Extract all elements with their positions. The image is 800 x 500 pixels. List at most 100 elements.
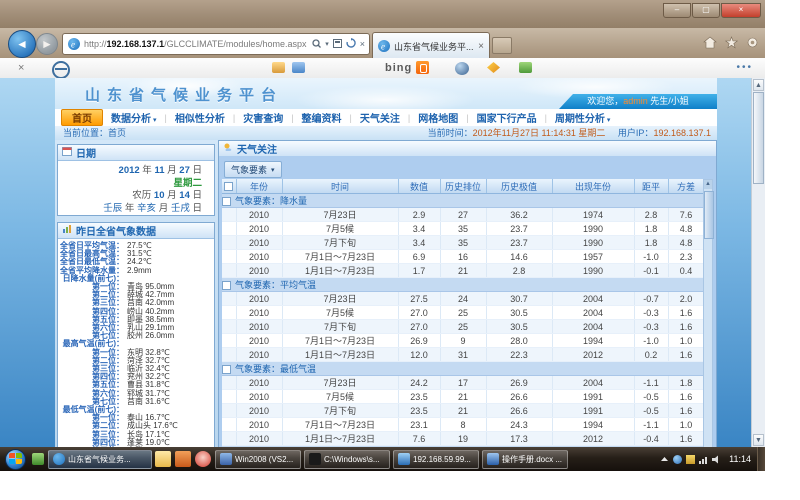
media-app-icon[interactable] <box>175 451 191 467</box>
column-header-2[interactable]: 数值 <box>398 179 440 194</box>
cell: 2010 <box>236 208 282 222</box>
page-scrollbar[interactable]: ▲ ▼ <box>751 78 765 447</box>
page-scroll-thumb[interactable] <box>753 92 764 184</box>
column-header-7[interactable]: 方差 <box>668 179 703 194</box>
table-row[interactable]: 20107月下旬27.02530.52004-0.31.6 <box>222 320 703 334</box>
nav-item-1[interactable]: 数据分析▾ <box>103 109 165 126</box>
address-bar[interactable]: e http://192.168.137.1/GLCCLIMATE/module… <box>62 33 370 55</box>
page-scroll-down-icon[interactable]: ▼ <box>753 434 764 446</box>
browser-app-icon[interactable] <box>195 451 211 467</box>
favorites-star-icon[interactable] <box>725 36 738 49</box>
close-button[interactable]: × <box>721 3 761 18</box>
url-text[interactable]: http://192.168.137.1/GLCCLIMATE/modules/… <box>84 39 308 49</box>
nav-item-5[interactable]: 天气关注 <box>352 109 408 126</box>
nav-item-3[interactable]: 灾害查询 <box>235 109 291 126</box>
search-icon[interactable] <box>312 39 321 50</box>
tray-flag-icon[interactable] <box>686 455 695 464</box>
checkbox-icon[interactable] <box>224 182 233 191</box>
scroll-up-icon[interactable]: ▲ <box>704 180 712 189</box>
table-row[interactable]: 20107月1日～7月23日23.1824.31994-1.11.0 <box>222 418 703 432</box>
table-row[interactable]: 20107月下旬3.43523.719901.84.8 <box>222 236 703 250</box>
table-row[interactable]: 20107月5候23.52126.61991-0.51.6 <box>222 390 703 404</box>
window-app-icon <box>398 453 410 465</box>
column-header-3[interactable]: 历史排位 <box>440 179 486 194</box>
row-select-cell <box>222 320 236 334</box>
start-button[interactable] <box>5 449 26 470</box>
network-icon[interactable] <box>699 455 708 464</box>
table-row[interactable]: 20107月23日27.52430.72004-0.72.0 <box>222 292 703 306</box>
more-options-icon[interactable]: ••• <box>736 62 753 73</box>
camera-app-icon[interactable] <box>455 62 469 75</box>
table-row[interactable]: 20107月5候3.43523.719901.84.8 <box>222 222 703 236</box>
bing-logo[interactable]: bing <box>385 62 412 74</box>
checkbox-icon[interactable] <box>222 197 231 206</box>
column-header-0[interactable]: 年份 <box>236 179 282 194</box>
page-scroll-up-icon[interactable]: ▲ <box>753 79 764 91</box>
forward-button[interactable]: ► <box>36 33 58 55</box>
table-row[interactable]: 20101月1日～7月23日12.03122.320120.21.6 <box>222 348 703 362</box>
show-desktop-button[interactable] <box>757 447 765 471</box>
element-filter-button[interactable]: 气象要素▾ <box>224 161 282 178</box>
nav-item-6[interactable]: 网格地图 <box>410 109 466 126</box>
sparkle-app-icon[interactable] <box>487 62 500 73</box>
grid-scroll-thumb[interactable] <box>704 191 714 239</box>
quicklaunch-icon[interactable] <box>32 453 44 465</box>
cell: 30.5 <box>486 320 552 334</box>
checkbox-icon[interactable] <box>222 281 231 290</box>
taskbar-window-button-2[interactable]: 192.168.59.99... <box>393 450 479 469</box>
cell: 1990 <box>552 264 634 278</box>
home-icon[interactable] <box>703 36 717 49</box>
explorer-folder-icon[interactable] <box>155 451 171 467</box>
tools-gear-icon[interactable] <box>746 36 759 49</box>
plugin-app-icon[interactable] <box>519 62 532 73</box>
tray-update-icon[interactable] <box>673 455 682 464</box>
taskbar-window-button-0[interactable]: Win2008 (VS2... <box>215 450 301 469</box>
checkbox-icon[interactable] <box>222 365 231 374</box>
column-header-5[interactable]: 出现年份 <box>552 179 634 194</box>
cell: 19 <box>440 432 486 446</box>
table-row[interactable]: 20107月23日24.21726.92004-1.11.8 <box>222 376 703 390</box>
blocked-icon[interactable] <box>52 61 70 79</box>
group-row[interactable]: 气象要素：最低气温 <box>222 362 703 376</box>
grid-scrollbar[interactable]: ▲ ▼ <box>703 179 713 447</box>
table-row[interactable]: 20107月23日2.92736.219742.87.6 <box>222 208 703 222</box>
table-row[interactable]: 20107月1日～7月23日26.9928.01994-1.01.0 <box>222 334 703 348</box>
volume-icon[interactable] <box>712 455 721 464</box>
taskbar-clock[interactable]: 11:14 <box>725 454 755 464</box>
cell: 25 <box>440 320 486 334</box>
orange-app-icon[interactable] <box>416 61 429 74</box>
nav-item-8[interactable]: 周期性分析▾ <box>547 109 619 126</box>
toolbar-close-icon[interactable]: × <box>18 61 24 75</box>
table-row[interactable]: 20101月1日～7月23日1.7212.81990-0.10.4 <box>222 264 703 278</box>
search-caret-icon[interactable]: ▾ <box>325 40 329 48</box>
compatibility-icon[interactable] <box>333 39 342 50</box>
mail-icon[interactable] <box>292 62 305 73</box>
table-row[interactable]: 20107月下旬23.52126.61991-0.51.6 <box>222 404 703 418</box>
refresh-icon[interactable] <box>346 38 356 50</box>
nav-item-0[interactable]: 首页 <box>61 109 103 126</box>
taskbar-window-button-1[interactable]: C:\Windows\s... <box>304 450 390 469</box>
column-header-1[interactable]: 时间 <box>282 179 398 194</box>
table-row[interactable]: 20101月1日～7月23日7.61917.32012-0.41.6 <box>222 432 703 446</box>
tab-close-icon[interactable]: × <box>473 41 489 52</box>
minimize-button[interactable]: – <box>663 3 691 18</box>
nav-item-4[interactable]: 整编资料 <box>294 109 350 126</box>
group-row[interactable]: 气象要素：降水量 <box>222 194 703 208</box>
browser-tab[interactable]: e 山东省气候业务平... × <box>372 32 490 59</box>
card-icon[interactable] <box>272 62 285 73</box>
table-row[interactable]: 20107月1日～7月23日6.91614.61957-1.02.3 <box>222 250 703 264</box>
column-header-4[interactable]: 历史极值 <box>486 179 552 194</box>
nav-item-7[interactable]: 国家下行产品 <box>469 109 545 126</box>
back-button[interactable]: ◄ <box>8 30 36 58</box>
taskbar-window-button-3[interactable]: 操作手册.docx ... <box>482 450 568 469</box>
table-row[interactable]: 20107月5候27.02530.52004-0.31.6 <box>222 306 703 320</box>
group-row[interactable]: 气象要素：平均气温 <box>222 278 703 292</box>
new-tab-button[interactable] <box>492 37 512 54</box>
cell: 0.2 <box>634 348 668 362</box>
taskbar-active-window[interactable]: 山东省气候业务... <box>48 450 152 469</box>
column-header-6[interactable]: 距平 <box>634 179 668 194</box>
maximize-button[interactable]: ▢ <box>692 3 720 18</box>
tray-expand-icon[interactable] <box>660 455 669 464</box>
stop-icon[interactable]: × <box>360 39 365 49</box>
nav-item-2[interactable]: 相似性分析 <box>167 109 233 126</box>
